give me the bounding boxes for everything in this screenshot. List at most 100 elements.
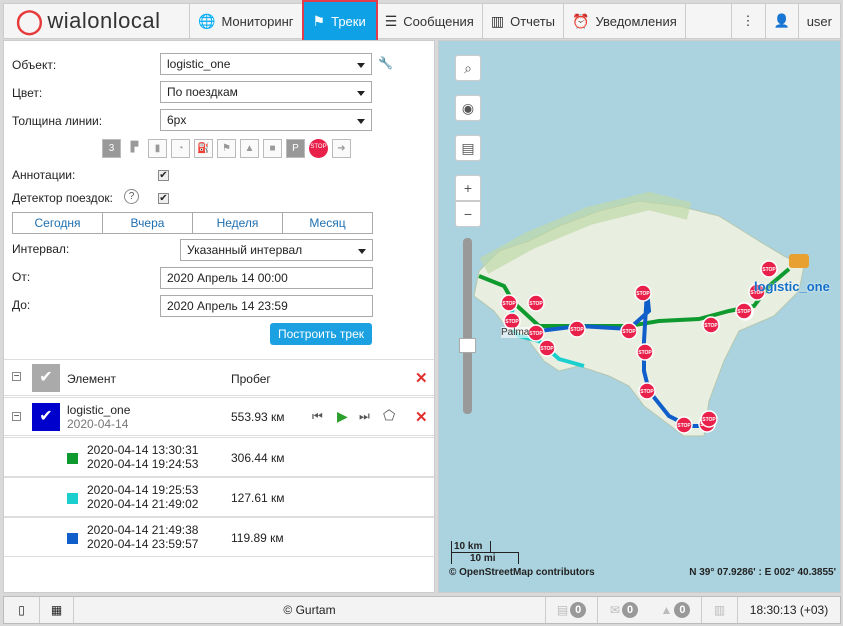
trip-end: 2020-04-14 19:24:53 <box>87 457 199 471</box>
unit-checkbox[interactable]: ✔ <box>32 403 60 431</box>
sms-icon: ▤ <box>556 603 569 617</box>
polygon-icon[interactable]: ⬠ <box>383 407 395 424</box>
tab-week[interactable]: Неделя <box>193 213 283 233</box>
delete-all-icon[interactable]: ✕ <box>415 369 428 387</box>
video-icon[interactable]: ■ <box>263 139 282 158</box>
object-select[interactable]: logistic_one <box>160 53 372 75</box>
globe-icon: 🌐 <box>198 12 216 29</box>
zoom-slider-handle[interactable] <box>459 338 476 353</box>
events-counter[interactable]: ✉ 0 <box>598 597 650 623</box>
unit-date: 2020-04-14 <box>67 417 129 431</box>
col-mileage: Пробег <box>231 372 271 386</box>
rewind-icon[interactable]: ⏮ <box>312 409 323 424</box>
svg-text:STOP: STOP <box>622 329 636 335</box>
logo[interactable]: ◯ wialonlocal <box>4 4 190 38</box>
fuel-icon[interactable]: ▮ <box>148 139 167 158</box>
trip-row[interactable]: 2020-04-14 19:25:53 2020-04-14 21:49:02 … <box>4 477 434 517</box>
wrench-icon[interactable]: 🔧 <box>378 56 393 70</box>
apps-grid-icon[interactable]: ▦ <box>40 597 74 623</box>
user-menu[interactable]: user <box>799 4 840 38</box>
stop-marker[interactable]: STOP <box>675 416 693 434</box>
layout-icon[interactable]: ▥ <box>702 597 738 623</box>
nav-tracks[interactable]: ⚑ Треки <box>301 0 378 42</box>
to-input[interactable]: 2020 Апрель 14 23:59 <box>160 295 373 317</box>
flag-icon[interactable]: ⚑ <box>217 139 236 158</box>
map[interactable]: STOP STOP STOP STOP STOP STOP STOP STOP STOP STOP… <box>438 40 841 593</box>
line-width-select[interactable]: 6px <box>160 109 372 131</box>
header: ◯ wialonlocal 🌐 Мониторинг ⚑ Треки ☰ Сообщен… <box>3 0 841 42</box>
nav-reports[interactable]: ▥ Отчеты <box>483 4 565 38</box>
arrow-icon[interactable]: ➜ <box>332 139 351 158</box>
user-icon[interactable]: 👤 <box>766 4 799 38</box>
flag-icon: ⚑ <box>312 12 326 29</box>
zoom-in-button[interactable]: + <box>455 175 481 201</box>
attribution[interactable]: © OpenStreetMap contributors <box>449 567 595 578</box>
stop-marker[interactable]: STOP <box>568 320 586 338</box>
stop-marker[interactable]: STOP <box>620 322 638 340</box>
annotations-label: Аннотации: <box>12 168 76 182</box>
select-all-checkbox[interactable]: ✔ <box>32 364 60 392</box>
color-label: Цвет: <box>12 86 43 100</box>
svg-text:STOP: STOP <box>529 301 543 307</box>
nav-notifications[interactable]: ⏰ Уведомления <box>564 4 686 38</box>
delete-icon[interactable]: ✕ <box>415 408 428 426</box>
stop-marker[interactable]: STOP <box>760 260 778 278</box>
search-icon[interactable]: ⌕ <box>455 55 481 81</box>
stop-marker[interactable]: STOP <box>636 343 654 361</box>
flags-icon[interactable]: ▛ <box>125 139 144 158</box>
map-layers-icon[interactable]: ▤ <box>455 135 481 161</box>
messages-counter[interactable]: ▤ 0 <box>546 597 598 623</box>
nav-messages[interactable]: ☰ Сообщения <box>377 4 483 38</box>
stop-marker[interactable]: STOP <box>634 284 652 302</box>
gas-station-icon[interactable]: ⛽ <box>194 139 213 158</box>
color-select[interactable]: По поездкам <box>160 81 372 103</box>
from-input[interactable]: 2020 Апрель 14 00:00 <box>160 267 373 289</box>
stop-marker[interactable]: STOP <box>500 294 518 312</box>
trip-color-swatch <box>67 493 78 504</box>
stop-marker[interactable]: STOP <box>527 294 545 312</box>
forward-icon[interactable]: ⏭ <box>359 409 370 424</box>
help-icon[interactable]: ? <box>124 189 139 204</box>
stop-marker[interactable]: STOP <box>735 302 753 320</box>
tab-month[interactable]: Месяц <box>283 213 372 233</box>
number-icon[interactable]: 3 <box>102 139 121 158</box>
panel-toggle-icon[interactable]: ▯ <box>4 597 40 623</box>
unit-name: logistic_one <box>67 403 131 417</box>
count-badge: 0 <box>622 602 639 618</box>
annotations-checkbox[interactable]: ✔ <box>158 170 169 181</box>
trip-detector-checkbox[interactable]: ✔ <box>158 193 169 204</box>
image-icon[interactable]: ▲ <box>240 139 259 158</box>
collapse-icon[interactable]: − <box>12 412 21 422</box>
stop-marker[interactable]: STOP <box>700 410 718 428</box>
images-counter[interactable]: ▲ 0 <box>650 597 702 623</box>
mail-icon: ✉ <box>609 603 621 617</box>
parking-icon[interactable]: P <box>286 139 305 158</box>
stop-marker[interactable]: STOP <box>638 382 656 400</box>
image-icon: ▲ <box>660 603 673 617</box>
trip-start: 2020-04-14 13:30:31 <box>87 443 199 457</box>
stop-marker[interactable]: STOP <box>702 316 720 334</box>
build-track-button[interactable]: Построить трек <box>270 323 372 345</box>
tab-yesterday[interactable]: Вчера <box>103 213 193 233</box>
zoom-out-button[interactable]: − <box>455 201 481 227</box>
stop-marker[interactable]: STOP <box>538 339 556 357</box>
tab-today[interactable]: Сегодня <box>13 213 103 233</box>
eye-icon[interactable]: ◉ <box>455 95 481 121</box>
interval-select[interactable]: Указанный интервал <box>180 239 373 261</box>
stop-icon[interactable]: STOP <box>309 139 328 158</box>
nav-monitoring[interactable]: 🌐 Мониторинг <box>190 4 303 38</box>
play-icon[interactable]: ▶ <box>337 408 348 425</box>
svg-text:STOP: STOP <box>737 309 751 315</box>
trip-row[interactable]: 2020-04-14 21:49:38 2020-04-14 23:59:57 … <box>4 517 434 557</box>
zoom-slider[interactable] <box>459 238 476 414</box>
svg-text:STOP: STOP <box>762 267 776 273</box>
collapse-all-icon[interactable]: − <box>12 372 21 382</box>
speedometer-icon[interactable]: ◔ <box>171 139 190 158</box>
nav-label: Треки <box>331 13 366 29</box>
svg-text:STOP: STOP <box>570 327 584 333</box>
table-header: − ✔ Элемент Пробег ✕ <box>4 359 434 396</box>
svg-text:STOP: STOP <box>502 301 516 307</box>
stop-marker[interactable]: STOP <box>527 324 545 342</box>
trip-row[interactable]: 2020-04-14 13:30:31 2020-04-14 19:24:53 … <box>4 437 434 477</box>
more-menu-button[interactable]: ⋮ <box>730 4 766 38</box>
